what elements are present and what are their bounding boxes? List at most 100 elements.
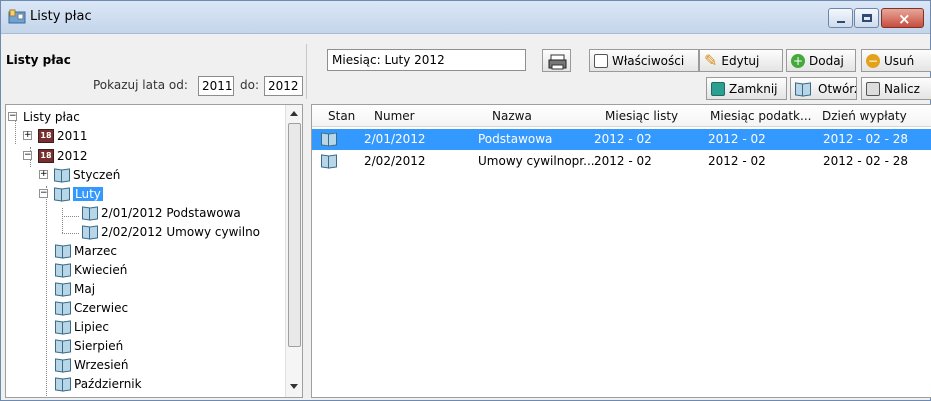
row-list-month: 2012 - 02 — [594, 132, 652, 146]
properties-button[interactable]: Właściwości — [589, 49, 699, 72]
tree-month-styczen[interactable]: + Styczeń — [39, 166, 120, 183]
styczen-label: Styczeń — [73, 167, 121, 182]
tree-year-2011[interactable]: +18 2011 — [23, 127, 88, 144]
window-title: Listy płac — [30, 9, 92, 24]
list-2-label: 2/02/2012 Umowy cywilno — [101, 224, 261, 239]
month-selector[interactable]: Miesiąc: Luty 2012 — [327, 49, 526, 71]
payroll-window: Listy płac × Listy płac Pokazuj lata od:… — [0, 0, 931, 401]
open-list-label: Otwórz — [818, 81, 857, 96]
table-row[interactable]: 2/02/2012 Umowy cywilnopr... 2012 - 02 2… — [312, 151, 931, 172]
printer-icon — [548, 54, 567, 70]
open-book-icon — [82, 225, 98, 239]
open-book-icon — [795, 82, 811, 96]
calendar-icon: 18 — [38, 148, 54, 163]
tree-root[interactable]: − Listy płac — [8, 108, 80, 125]
row-tax-month: 2012 - 02 — [708, 154, 766, 168]
page-title: Listy płac — [6, 53, 71, 67]
tree-month-pazdziernik[interactable]: Październik — [55, 375, 142, 392]
scroll-thumb[interactable] — [288, 123, 301, 347]
list-1-label: 2/01/2012 Podstawowa — [101, 205, 241, 220]
row-book-icon — [321, 154, 337, 168]
close-window-button[interactable]: × — [881, 8, 924, 28]
open-book-icon — [55, 358, 71, 372]
properties-icon — [594, 53, 608, 68]
expand-icon[interactable]: + — [39, 170, 48, 179]
scroll-down-icon[interactable] — [290, 384, 298, 389]
tree-month-sierpien[interactable]: Sierpień — [55, 337, 123, 354]
column-miesiac-podatkowy[interactable]: Miesiąc podatk... — [710, 109, 811, 123]
tree-month-marzec[interactable]: Marzec — [55, 242, 117, 259]
edit-button[interactable]: ✎ Edytuj — [699, 49, 783, 72]
add-label: Dodaj — [809, 53, 844, 68]
kwiecien-label: Kwiecień — [74, 262, 128, 277]
marzec-label: Marzec — [74, 243, 117, 258]
tree-month-czerwiec[interactable]: Czerwiec — [55, 299, 128, 316]
open-book-icon — [82, 206, 98, 220]
open-book-icon — [55, 377, 71, 391]
delete-button[interactable]: − Usuń — [861, 49, 931, 72]
print-button[interactable] — [542, 49, 571, 72]
payroll-app-icon — [8, 9, 26, 24]
open-book-icon — [55, 263, 71, 277]
open-book-icon — [54, 187, 70, 201]
table-row[interactable]: 2/01/2012 Podstawowa 2012 - 02 2012 - 02… — [312, 129, 931, 150]
payroll-table[interactable]: Stan Numer Nazwa Miesiąc listy Miesiąc p… — [311, 104, 931, 398]
column-stan[interactable]: Stan — [328, 109, 355, 123]
row-tax-month: 2012 - 02 — [708, 132, 766, 146]
tree-list-1[interactable]: 2/01/2012 Podstawowa — [82, 204, 241, 221]
year-from-input[interactable]: 2011 — [198, 76, 234, 96]
tree-scrollbar[interactable] — [285, 105, 302, 397]
column-numer[interactable]: Numer — [374, 109, 415, 123]
column-dzien-wyplaty[interactable]: Dzień wypłaty — [822, 109, 907, 123]
close-list-button[interactable]: Zamknij — [706, 77, 787, 100]
add-button[interactable]: + Dodaj — [786, 49, 856, 72]
row-number: 2/01/2012 — [364, 132, 426, 146]
row-payday: 2012 - 02 - 28 — [823, 154, 908, 168]
tree-month-maj[interactable]: Maj — [55, 280, 95, 297]
close-icon: × — [898, 10, 911, 28]
pencil-icon: ✎ — [704, 51, 718, 70]
title-bar[interactable]: Listy płac × — [1, 1, 930, 34]
collapse-icon[interactable]: − — [8, 112, 17, 121]
maj-label: Maj — [74, 281, 96, 296]
pazdziernik-label: Październik — [74, 376, 142, 391]
collapse-icon[interactable]: − — [23, 151, 32, 160]
tree-year-2012[interactable]: −18 2012 — [23, 147, 88, 164]
toolbar-separator — [306, 44, 307, 99]
open-list-button[interactable]: Otwórz — [790, 77, 857, 100]
table-header: Stan Numer Nazwa Miesiąc listy Miesiąc p… — [312, 105, 931, 127]
tree-root-label: Listy płac — [23, 109, 80, 124]
payroll-tree[interactable]: − Listy płac +18 2011 −18 2012 + Styczeń − Lu… — [5, 104, 303, 398]
years-to-label: do: — [240, 78, 260, 92]
expand-icon[interactable]: + — [23, 131, 32, 140]
luty-label: Luty — [73, 186, 103, 201]
tree-month-lipiec[interactable]: Lipiec — [55, 318, 109, 335]
wrzesien-label: Wrzesień — [74, 357, 129, 372]
minimize-icon — [837, 21, 845, 23]
properties-label: Właściwości — [612, 53, 685, 68]
column-miesiac-listy[interactable]: Miesiąc listy — [605, 109, 678, 123]
open-book-icon — [55, 339, 71, 353]
scroll-up-icon[interactable] — [290, 111, 298, 116]
open-book-icon — [55, 301, 71, 315]
tree-month-wrzesien[interactable]: Wrzesień — [55, 356, 129, 373]
years-from-label: Pokazuj lata od: — [93, 78, 188, 92]
calculate-button[interactable]: Nalicz — [861, 77, 931, 100]
lipiec-label: Lipiec — [74, 319, 109, 334]
calculate-label: Nalicz — [884, 81, 920, 96]
delete-label: Usuń — [884, 53, 915, 68]
tree-month-kwiecien[interactable]: Kwiecień — [55, 261, 127, 278]
row-number: 2/02/2012 — [364, 154, 426, 168]
maximize-icon — [862, 14, 872, 22]
maximize-button[interactable] — [854, 8, 879, 28]
column-nazwa[interactable]: Nazwa — [492, 109, 532, 123]
row-name: Podstawowa — [478, 132, 553, 146]
row-list-month: 2012 - 02 — [594, 154, 652, 168]
year-to-input[interactable]: 2012 — [264, 76, 303, 96]
tree-month-luty[interactable]: − Luty — [39, 185, 103, 202]
tree-list-2[interactable]: 2/02/2012 Umowy cywilno — [82, 223, 260, 240]
close-book-icon — [711, 81, 725, 96]
year-2011-label: 2011 — [57, 128, 88, 143]
minimize-button[interactable] — [828, 8, 853, 28]
collapse-icon[interactable]: − — [39, 189, 48, 198]
